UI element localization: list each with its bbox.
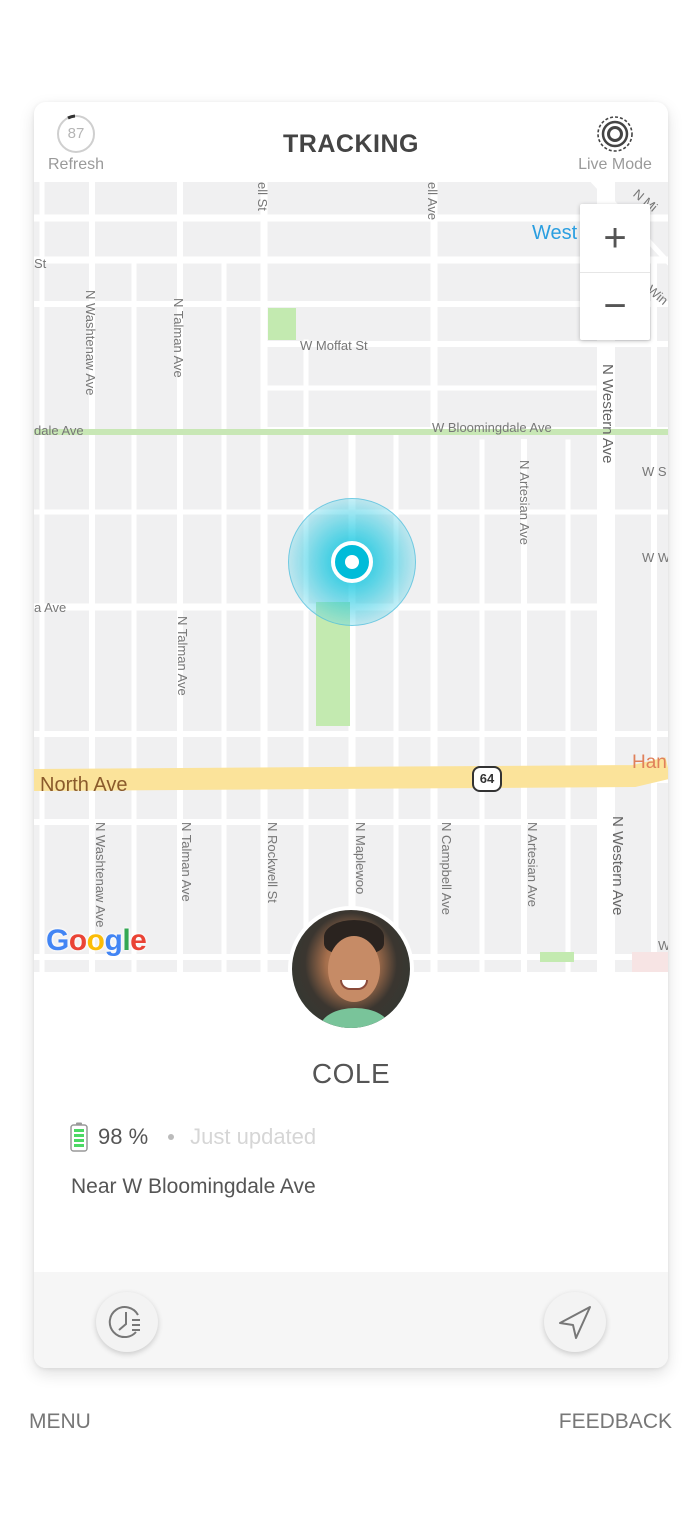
location-address: Near W Bloomingdale Ave — [71, 1175, 316, 1198]
child-name: COLE — [311, 1058, 391, 1089]
map-zoom-controls: + − — [580, 204, 650, 340]
tracking-card: 87 Refresh TRACKING Live Mode W Moffat S… — [34, 102, 668, 1368]
map-label: N Talman Ave — [171, 298, 186, 378]
separator-dot — [168, 1134, 175, 1140]
map-label: ell Ave — [425, 182, 440, 221]
google-logo-letter: o — [68, 924, 87, 957]
map-label: N Washtenaw Ave — [83, 290, 98, 396]
battery-icon — [70, 1122, 88, 1152]
zoom-out-button[interactable]: − — [580, 272, 650, 340]
map-label: St — [34, 256, 47, 271]
avatar-face — [328, 936, 380, 1002]
map-label: W W — [642, 550, 668, 565]
route-shield: 64 — [472, 766, 502, 792]
navigation-arrow-icon — [559, 1306, 591, 1339]
google-logo-letter: l — [122, 924, 131, 957]
map-label: dale Ave — [34, 423, 84, 438]
live-mode-icon — [595, 114, 635, 154]
map-label: N Campbell Ave — [439, 822, 454, 915]
map-label: N Maplewoo — [353, 822, 368, 895]
history-button[interactable] — [96, 1292, 158, 1352]
map-label: N Talman Ave — [175, 616, 190, 696]
location-marker-icon[interactable] — [331, 541, 373, 583]
action-bar — [34, 1272, 668, 1368]
map-label: a Ave — [34, 600, 67, 615]
feedback-link[interactable]: FEEDBACK — [559, 1410, 672, 1434]
map-label: N Artesian Ave — [517, 460, 532, 546]
navigate-button[interactable] — [544, 1292, 606, 1352]
map-label: W — [658, 938, 668, 953]
map-label-major-road: North Ave — [40, 774, 128, 796]
zoom-in-button[interactable]: + — [580, 204, 650, 272]
map-label: N Rockwell St — [265, 822, 280, 903]
live-mode-button[interactable]: Live Mode — [572, 114, 658, 174]
map-label: W S — [642, 464, 667, 479]
google-logo-letter: o — [86, 924, 105, 957]
map-label-neighborhood: West — [532, 222, 578, 244]
device-status: 98 % Just updated — [70, 1122, 316, 1152]
map-label: Han — [632, 752, 667, 773]
google-logo-letter: e — [130, 924, 147, 957]
map-label: W Bloomingdale Ave — [432, 420, 552, 435]
history-icon — [108, 1306, 140, 1339]
avatar-shirt — [320, 1008, 390, 1028]
menu-link[interactable]: MENU — [29, 1410, 91, 1434]
battery-percent: 98 % — [98, 1124, 149, 1149]
last-updated: Just updated — [190, 1124, 317, 1149]
map-view[interactable]: W Moffat St W Bloomingdale Ave dale Ave … — [34, 182, 668, 972]
google-logo-letter: G — [46, 924, 69, 957]
map-label: N Western Ave — [599, 364, 616, 464]
header: 87 Refresh TRACKING Live Mode — [34, 102, 668, 182]
map-label: N Western Ave — [609, 816, 626, 916]
map-label: N Talman Ave — [179, 822, 194, 902]
map-label: W Moffat St — [300, 338, 368, 353]
google-logo: Google — [46, 924, 147, 958]
map-label: ell St — [255, 182, 270, 211]
map-label: N Artesian Ave — [525, 822, 540, 908]
google-logo-letter: g — [104, 924, 123, 957]
avatar[interactable] — [288, 906, 414, 1032]
live-mode-label: Live Mode — [578, 156, 652, 173]
map-label: N Washtenaw Ave — [93, 822, 108, 928]
